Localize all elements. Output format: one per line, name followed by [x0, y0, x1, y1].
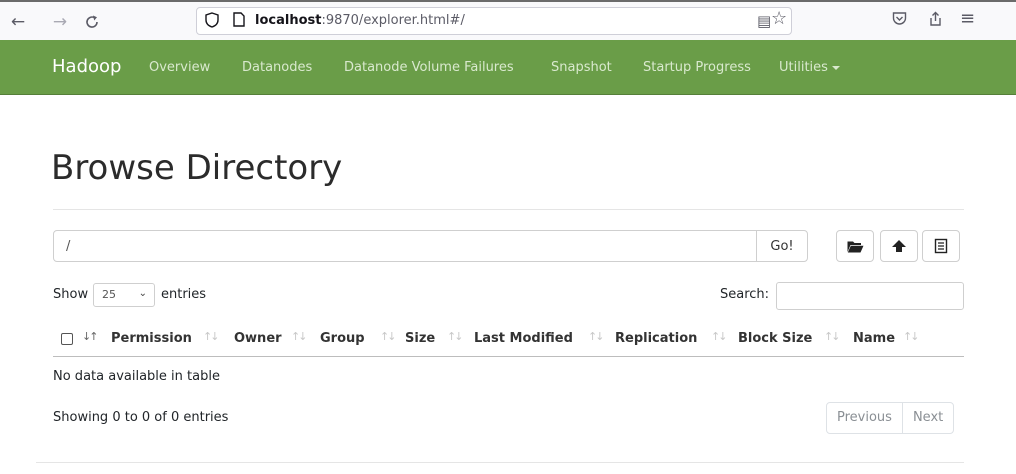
column-header-permission[interactable]: Permission	[111, 331, 192, 346]
upload-icon	[892, 240, 906, 252]
column-header-last-modified[interactable]: Last Modified	[474, 331, 573, 346]
sort-icon[interactable]: ↑↓	[291, 330, 308, 343]
nav-utilities-dropdown[interactable]: Utilities	[779, 60, 840, 75]
nav-datanodes[interactable]: Datanodes	[242, 60, 312, 75]
page-length-select[interactable]: 25 ⌄	[93, 283, 155, 307]
column-header-replication[interactable]: Replication	[615, 331, 697, 346]
go-button[interactable]: Go!	[756, 230, 808, 262]
directory-path-input[interactable]	[53, 230, 757, 262]
sort-icon[interactable]: ↑↓	[711, 330, 728, 343]
sort-icon[interactable]: ↓↑	[82, 330, 99, 343]
reload-icon[interactable]	[82, 11, 102, 33]
url-path: :9870/explorer.html#/	[321, 13, 465, 28]
column-header-owner[interactable]: Owner	[234, 331, 282, 346]
footer-divider	[36, 462, 964, 463]
url-bar[interactable]: localhost:9870/explorer.html#/ ▤ ☆	[196, 7, 792, 35]
upload-files-button[interactable]	[880, 230, 918, 262]
shield-icon[interactable]	[205, 12, 219, 33]
nav-snapshot[interactable]: Snapshot	[551, 60, 612, 75]
column-header-name[interactable]: Name	[853, 331, 895, 346]
empty-table-message: No data available in table	[53, 369, 220, 384]
column-header-group[interactable]: Group	[320, 331, 365, 346]
previous-button[interactable]: Previous	[827, 403, 902, 433]
pagination: Previous Next	[826, 402, 955, 434]
folder-icon	[847, 241, 863, 252]
url-host: localhost	[255, 13, 322, 28]
hadoop-navbar: Hadoop Overview Datanodes Datanode Volum…	[0, 40, 1016, 95]
back-icon[interactable]: ←	[8, 11, 28, 33]
column-header-size[interactable]: Size	[405, 331, 435, 346]
nav-overview[interactable]: Overview	[149, 60, 210, 75]
bookmark-star-icon[interactable]: ☆	[771, 10, 787, 28]
search-input[interactable]	[776, 282, 964, 310]
entries-label: entries	[161, 287, 207, 302]
share-icon[interactable]	[928, 11, 943, 32]
nav-startup-progress[interactable]: Startup Progress	[643, 60, 751, 75]
search-label: Search:	[720, 287, 770, 302]
menu-icon[interactable]: ≡	[960, 9, 975, 29]
sort-icon[interactable]: ↑↓	[380, 330, 397, 343]
page-title: Browse Directory	[51, 148, 343, 188]
cut-icon	[934, 238, 948, 254]
sort-icon[interactable]: ↑↓	[588, 330, 605, 343]
forward-icon[interactable]: →	[50, 11, 70, 33]
browser-toolbar: ← → localhost:9870/explorer.html#/ ▤ ☆ ≡	[0, 0, 1016, 40]
table-header-divider	[53, 356, 964, 357]
chevron-down-icon: ⌄	[138, 288, 147, 299]
column-header-block-size[interactable]: Block Size	[738, 331, 812, 346]
table-info: Showing 0 to 0 of 0 entries	[53, 410, 229, 425]
create-directory-button[interactable]	[836, 230, 874, 262]
cut-paste-button[interactable]	[922, 230, 960, 262]
caret-down-icon	[831, 65, 840, 70]
url-text[interactable]: localhost:9870/explorer.html#/	[255, 13, 465, 28]
sort-icon[interactable]: ↑↓	[824, 330, 841, 343]
page-length-value: 25	[102, 288, 116, 301]
title-divider	[53, 209, 964, 210]
select-all-checkbox[interactable]	[61, 333, 73, 345]
page-icon	[233, 12, 245, 32]
sort-icon[interactable]: ↑↓	[903, 330, 920, 343]
sort-icon[interactable]: ↑↓	[203, 330, 220, 343]
next-button[interactable]: Next	[901, 403, 953, 433]
reader-view-icon[interactable]: ▤	[757, 12, 771, 30]
pocket-icon[interactable]	[892, 11, 907, 31]
nav-datanode-volume-failures[interactable]: Datanode Volume Failures	[344, 60, 514, 75]
nav-utilities-label: Utilities	[779, 60, 828, 75]
brand-logo[interactable]: Hadoop	[52, 56, 121, 77]
sort-icon[interactable]: ↑↓	[447, 330, 464, 343]
show-label: Show	[53, 287, 89, 302]
